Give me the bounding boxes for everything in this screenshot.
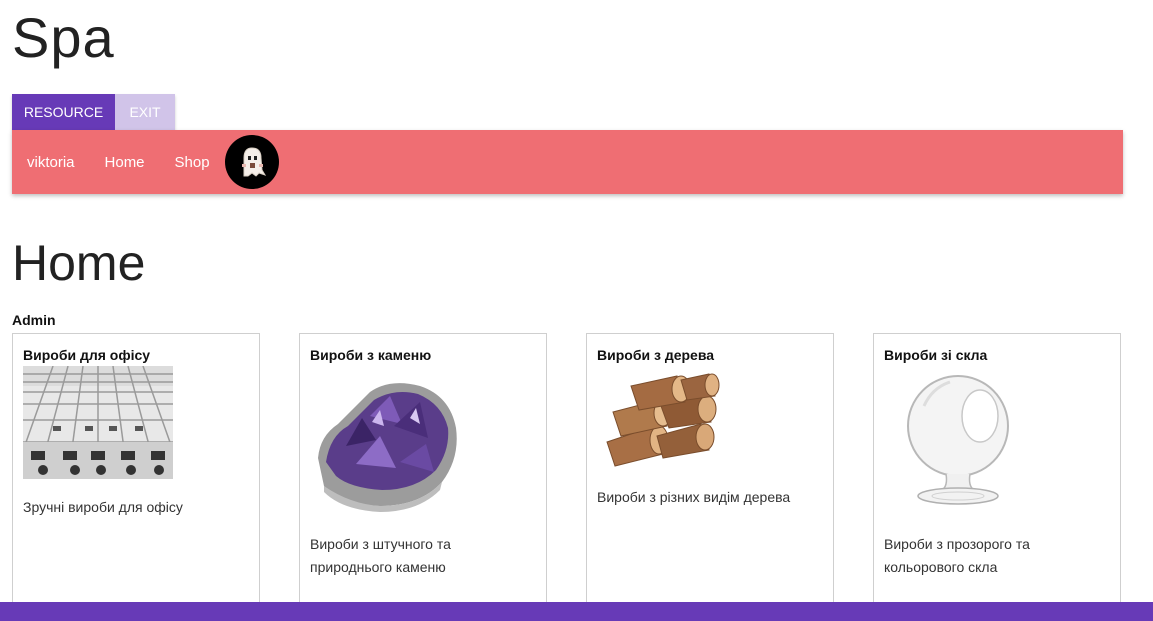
page: Spa RESOURCE EXIT viktoria Home Shop Hom… (0, 0, 1153, 621)
card-title: Вироби з дерева (597, 347, 715, 363)
card-description: Вироби з різних видім дерева (597, 489, 791, 505)
role-label: Admin (12, 312, 56, 328)
page-heading: Home (12, 235, 146, 291)
avatar[interactable] (224, 135, 279, 189)
card-stone[interactable]: Вироби з каменю Вироби з штучного та при… (299, 333, 547, 613)
exit-button[interactable]: EXIT (115, 94, 175, 130)
card-description: Зручні вироби для офісу (23, 499, 183, 515)
card-title: Вироби з каменю (310, 347, 432, 363)
glass-globe-image (907, 375, 1009, 505)
navbar: viktoria Home Shop (12, 130, 1123, 194)
card-wood[interactable]: Вироби з дерева Вироби з різних видім де… (586, 333, 834, 613)
card-description: Вироби з штучного та природнього каменю (310, 536, 451, 575)
card-glass[interactable]: Вироби зі скла Вироби з прозорого та кол… (873, 333, 1121, 613)
card-title: Вироби для офісу (23, 347, 151, 363)
card-title: Вироби зі скла (884, 347, 988, 363)
card-office[interactable]: Вироби для офісу Зручні вироби для офісу (12, 333, 260, 613)
office-cubicles-image (23, 366, 173, 479)
nav-link-shop[interactable]: Shop (160, 154, 225, 171)
firewood-logs-image (606, 373, 720, 467)
footer-bar (0, 602, 1153, 621)
toolbar: RESOURCE EXIT (12, 94, 175, 130)
amethyst-stone-image (318, 383, 457, 512)
card-description: Вироби з прозорого та кольорового скла (884, 536, 1030, 575)
nav-link-home[interactable]: Home (90, 154, 160, 171)
nav-link-viktoria[interactable]: viktoria (12, 154, 90, 171)
resource-button[interactable]: RESOURCE (12, 94, 115, 130)
ghost-avatar-icon (241, 147, 266, 177)
app-title: Spa (12, 6, 115, 69)
